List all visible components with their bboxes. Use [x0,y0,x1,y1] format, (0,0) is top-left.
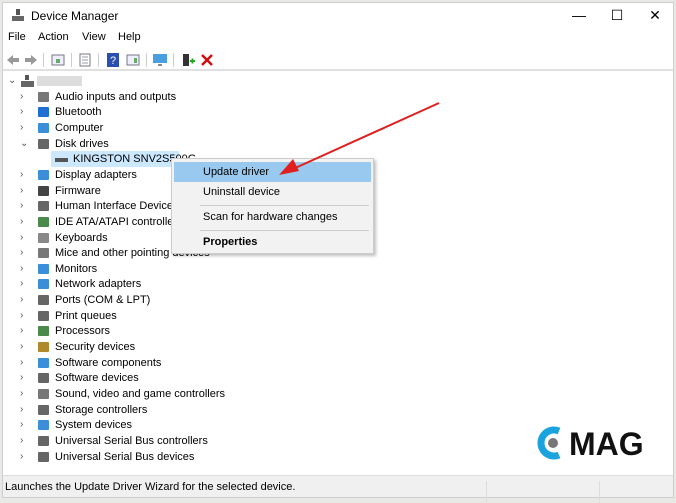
device-manager-window: Device Manager — ☐ ✕ File Action View He… [2,2,674,503]
status-bar: Launches the Update Driver Wizard for th… [3,475,673,503]
cmag-logo: MAG [537,426,644,462]
svg-text:MAG: MAG [569,426,644,462]
status-text: Launches the Update Driver Wizard for th… [5,481,296,493]
